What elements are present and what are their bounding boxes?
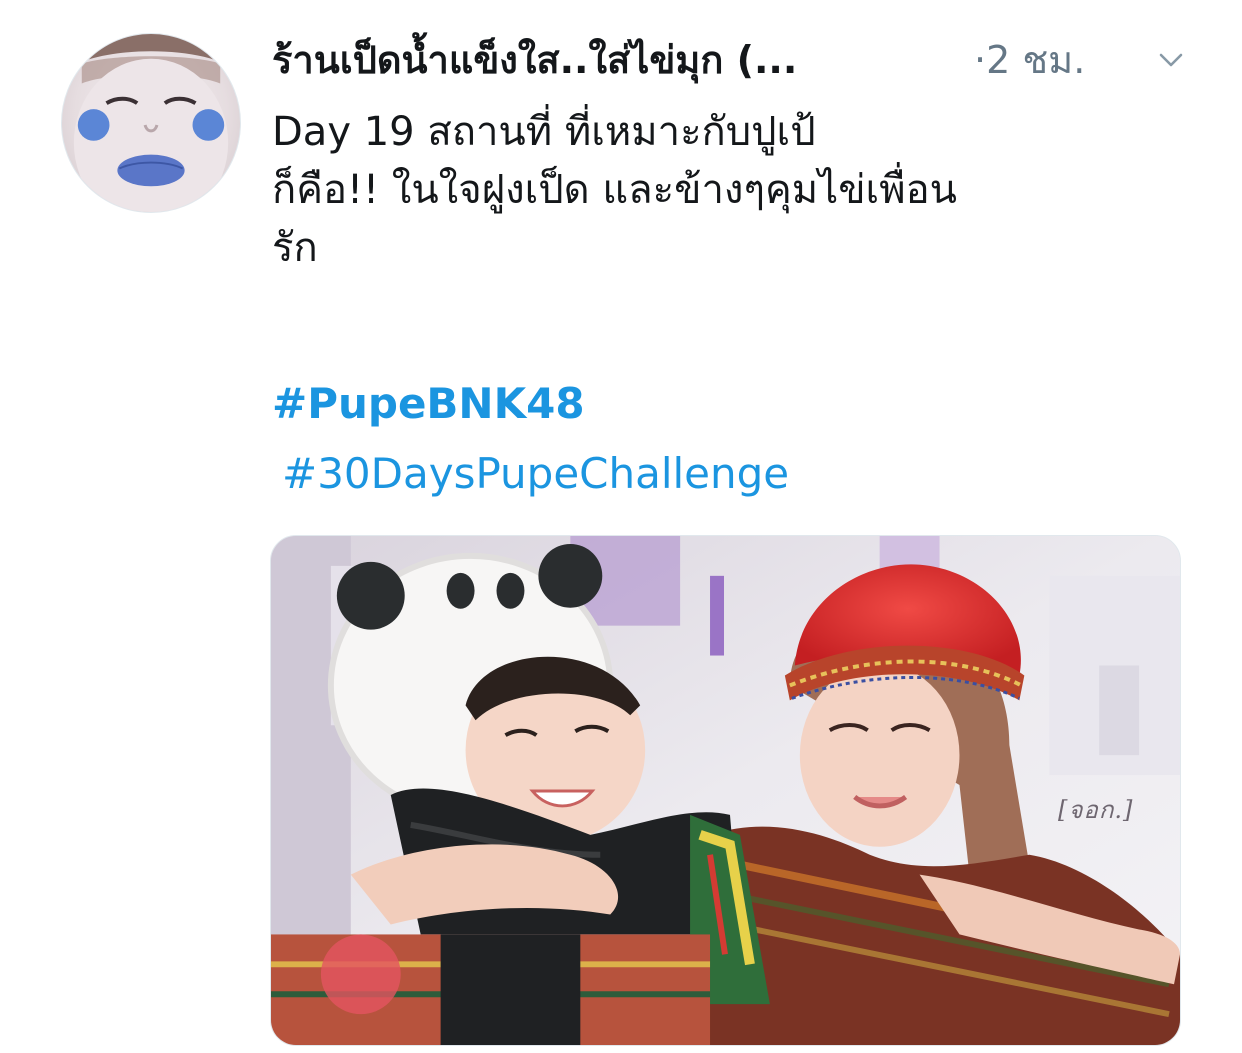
photo-watermark: [จอก.] bbox=[1058, 796, 1134, 824]
tweet-text-line: ก็คือ!! ในใจฝูงเป็ด และข้างๆคุมไข่เพื่อน bbox=[272, 167, 957, 213]
tweet-text-line: Day 19 สถานที่ ที่เหมาะกับปูเป้ bbox=[272, 109, 816, 155]
avatar[interactable] bbox=[61, 33, 241, 213]
photo-image bbox=[271, 536, 1180, 1045]
tweet-text: Day 19 สถานที่ ที่เหมาะกับปูเป้ ก็คือ!! … bbox=[272, 103, 1172, 277]
tweet[interactable]: ร้านเป็ดน้ำแข็งใส..ใส่ไข่มุก (... ·2 ชม.… bbox=[0, 0, 1242, 1053]
tweet-media-photo[interactable]: [จอก.] bbox=[270, 535, 1181, 1046]
avatar-image bbox=[62, 34, 240, 212]
chevron-down-icon[interactable] bbox=[1155, 44, 1187, 76]
tweet-header: ร้านเป็ดน้ำแข็งใส..ใส่ไข่มุก (... ·2 ชม. bbox=[272, 30, 1192, 90]
tweet-text-line: รัก bbox=[272, 225, 318, 271]
tweet-timestamp[interactable]: 2 ชม. bbox=[986, 38, 1085, 82]
hashtag-link[interactable]: #PupeBNK48 bbox=[272, 376, 585, 432]
meta-separator: · bbox=[974, 38, 987, 82]
author-display-name[interactable]: ร้านเป็ดน้ำแข็งใส..ใส่ไข่มุก (... bbox=[272, 36, 797, 84]
hashtag-link[interactable]: #30DaysPupeChallenge bbox=[282, 446, 789, 502]
tweet-meta: ·2 ชม. bbox=[974, 36, 1085, 84]
